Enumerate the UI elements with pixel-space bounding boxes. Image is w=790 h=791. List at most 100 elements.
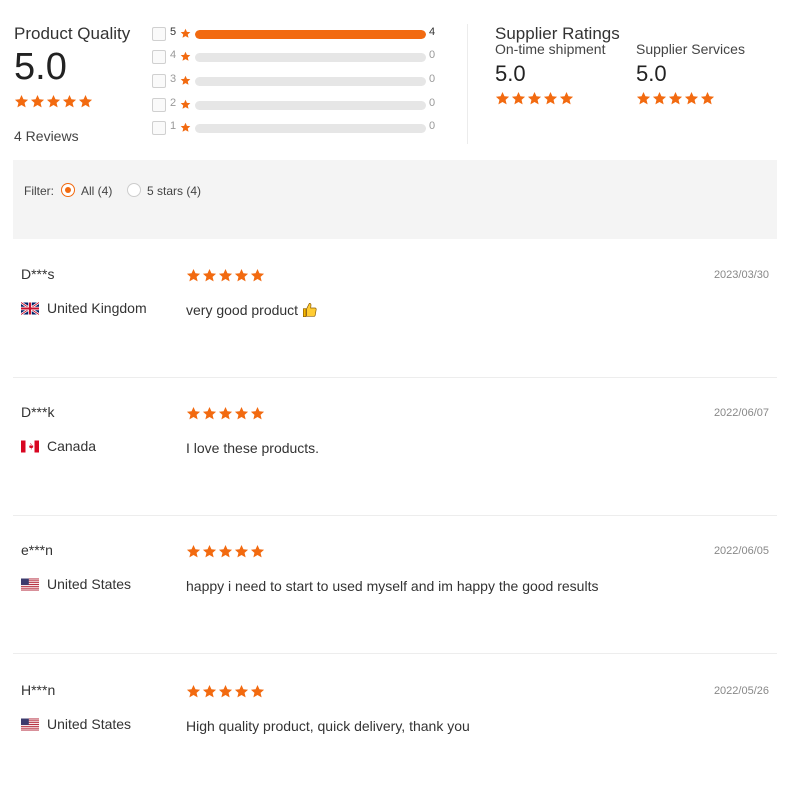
star-icon xyxy=(250,544,265,558)
distribution-count: 0 xyxy=(429,73,436,85)
review-item: D***s United Kingdom 2023/03/30 very goo… xyxy=(13,240,777,378)
star-icon xyxy=(46,94,61,108)
star-icon xyxy=(250,406,265,420)
review-date: 2022/06/05 xyxy=(713,545,769,557)
review-item: H***n United States 2022/05/26 High qual… xyxy=(13,656,777,791)
reviewer-country: United States xyxy=(21,576,131,592)
star-icon xyxy=(180,122,191,132)
product-quality-score: 5.0 xyxy=(14,46,67,88)
distribution-row-3[interactable]: 3 0 xyxy=(152,73,452,89)
distribution-checkbox[interactable] xyxy=(152,74,166,88)
star-icon xyxy=(218,684,233,698)
reviews-count: 4 Reviews xyxy=(14,128,79,144)
distribution-star-label: 3 xyxy=(170,73,177,85)
distribution-checkbox[interactable] xyxy=(152,27,166,41)
distribution-star-label: 1 xyxy=(170,120,177,132)
star-icon xyxy=(218,268,233,282)
star-icon xyxy=(559,91,574,105)
rating-label: On-time shipment xyxy=(495,41,606,57)
star-icon xyxy=(186,684,201,698)
rating-score: 5.0 xyxy=(495,61,526,86)
us-flag-icon xyxy=(21,578,39,590)
filter-all-label[interactable]: All (4) xyxy=(81,184,112,198)
star-icon xyxy=(62,94,77,108)
uk-flag-icon xyxy=(21,301,39,315)
distribution-row-5[interactable]: 5 4 xyxy=(152,26,452,42)
filter-label: Filter: xyxy=(24,184,54,198)
star-icon xyxy=(78,94,93,108)
review-text: very good product xyxy=(186,302,318,318)
review-text-content: High quality product, quick delivery, th… xyxy=(186,718,470,734)
distribution-count: 0 xyxy=(429,97,436,109)
country-name: United States xyxy=(47,716,132,732)
star-icon xyxy=(202,544,217,558)
distribution-count: 4 xyxy=(429,26,436,38)
review-text-content: I love these products. xyxy=(186,440,320,456)
review-text-content: happy i need to start to used myself and… xyxy=(186,578,599,594)
star-icon xyxy=(234,544,249,558)
review-item: e***n United States 2022/06/05 happy i n… xyxy=(13,516,777,654)
on-time-shipment-rating: On-time shipment 5.0 xyxy=(495,41,605,106)
star-icon xyxy=(218,544,233,558)
star-icon xyxy=(511,91,526,105)
distribution-row-2[interactable]: 2 0 xyxy=(152,97,452,113)
distribution-count: 0 xyxy=(429,120,436,132)
product-quality-title: Product Quality xyxy=(14,24,131,43)
us-flag-icon xyxy=(21,718,39,730)
distribution-checkbox[interactable] xyxy=(152,50,166,64)
review-stars xyxy=(186,684,265,699)
product-quality-stars xyxy=(14,94,93,109)
filter-all-radio[interactable] xyxy=(61,183,75,197)
country-name: United Kingdom xyxy=(47,300,147,316)
country-name: United States xyxy=(47,576,132,592)
star-icon xyxy=(202,684,217,698)
star-icon xyxy=(30,94,45,108)
star-icon xyxy=(543,91,558,105)
star-icon xyxy=(202,406,217,420)
reviewer-name: D***k xyxy=(21,404,55,420)
star-icon xyxy=(186,268,201,282)
star-icon xyxy=(652,91,667,105)
summary-divider xyxy=(467,24,468,144)
review-date: 2022/06/07 xyxy=(713,407,769,419)
star-icon xyxy=(180,99,191,110)
star-icon xyxy=(234,268,249,282)
star-icon xyxy=(180,51,191,61)
review-stars xyxy=(186,544,265,559)
reviewer-name: H***n xyxy=(21,682,56,698)
canada-flag-icon xyxy=(21,440,39,452)
distribution-row-1[interactable]: 1 0 xyxy=(152,120,452,136)
star-icon xyxy=(234,684,249,698)
distribution-star-label: 5 xyxy=(170,26,177,38)
reviewer-country: United States xyxy=(21,716,131,732)
filter-bar: Filter: All (4) 5 stars (4) xyxy=(13,160,777,239)
star-icon xyxy=(186,406,201,420)
distribution-checkbox[interactable] xyxy=(152,121,166,135)
star-icon xyxy=(180,28,191,39)
rating-stars xyxy=(495,91,605,106)
distribution-star-label: 2 xyxy=(170,97,177,109)
rating-label: Supplier Services xyxy=(636,41,745,57)
star-icon xyxy=(250,268,265,282)
filter-5-stars-radio[interactable] xyxy=(127,183,141,197)
star-icon xyxy=(180,75,191,85)
review-item: D***k Canada 2022/06/07 I love these pro… xyxy=(13,378,777,516)
star-icon xyxy=(180,28,191,38)
review-date: 2023/03/30 xyxy=(713,269,769,281)
distribution-bar xyxy=(195,30,426,39)
star-icon xyxy=(636,91,651,105)
distribution-bar xyxy=(195,53,426,62)
review-text-content: very good product xyxy=(186,302,299,318)
reviewer-name: e***n xyxy=(21,542,53,558)
review-text: happy i need to start to used myself and… xyxy=(186,578,598,594)
star-icon xyxy=(495,91,510,105)
distribution-count: 0 xyxy=(429,49,436,61)
star-icon xyxy=(180,122,191,133)
thumbs-up-icon xyxy=(303,302,317,317)
country-name: Canada xyxy=(47,438,97,454)
filter-5-stars-label[interactable]: 5 stars (4) xyxy=(147,184,201,198)
distribution-checkbox[interactable] xyxy=(152,98,166,112)
review-text: I love these products. xyxy=(186,440,319,456)
review-text: High quality product, quick delivery, th… xyxy=(186,718,470,734)
distribution-row-4[interactable]: 4 0 xyxy=(152,49,452,65)
